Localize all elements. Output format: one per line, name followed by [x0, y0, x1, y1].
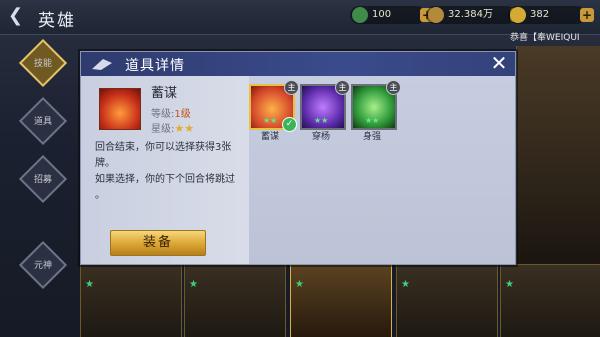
hero-card[interactable]: ★: [80, 264, 182, 337]
copper-coin-icon: [428, 7, 444, 23]
stars-label: 星级:: [151, 124, 175, 135]
sidebar-item-label: 招募: [33, 175, 52, 185]
green-star-icon: ★: [295, 279, 304, 290]
card-label: 穿杨: [311, 132, 330, 142]
dialog-header: 道具详情 ✕: [81, 52, 515, 76]
green-star-icon: ★: [401, 279, 410, 290]
back-arrow-icon[interactable]: ❮: [8, 6, 28, 26]
skill-card-scheme[interactable]: ★★ 主 ✓: [249, 80, 299, 132]
sidebar-item-label: 道具: [33, 117, 52, 127]
description-line: 牌。: [95, 158, 115, 169]
card-stars: ★★: [365, 116, 380, 125]
item-level: 等级:1级: [151, 105, 191, 120]
sidebar-item-recruit[interactable]: 招募: [18, 154, 68, 206]
hero-card-row: ★ ★ ★ ★ ★: [80, 264, 600, 337]
dialog-title: 道具详情: [125, 58, 185, 74]
skill-card-pierce[interactable]: ★★ 主: [300, 80, 350, 130]
resource-gold-value: 382: [530, 9, 550, 20]
resource-scroll-value: 100: [372, 9, 392, 20]
sidebar-item-spirit[interactable]: 元神: [18, 240, 68, 292]
green-star-icon: ★: [189, 279, 198, 290]
main-badge: 主: [335, 80, 350, 95]
close-icon[interactable]: ✕: [489, 53, 509, 73]
main-badge: 主: [284, 80, 299, 95]
star-rating: ★★: [174, 122, 195, 135]
main-badge: 主: [386, 80, 401, 95]
hero-card[interactable]: ★: [396, 264, 498, 337]
skill-card-strong[interactable]: ★★ 主: [351, 80, 401, 130]
level-value: 1级: [174, 109, 191, 120]
item-stars: 星级:★★: [151, 120, 194, 135]
green-star-icon: ★: [85, 279, 94, 290]
item-description: 回合结束，你可以选择获得3张 牌。 如果选择，你的下个回合将跳过 。: [95, 140, 255, 204]
item-scheme-icon: [99, 88, 141, 130]
description-line: 回合结束，你可以选择获得3张: [95, 142, 232, 153]
sidebar-item-items[interactable]: 道具: [18, 96, 68, 148]
page-title: 英雄: [38, 11, 76, 31]
sidebar: 技能 道具 招募 元神: [14, 36, 74, 336]
hero-card[interactable]: ★: [184, 264, 286, 337]
description-line: 如果选择，你的下个回合将跳过: [95, 174, 235, 185]
add-gold-button[interactable]: +: [580, 8, 594, 22]
card-label: 身强: [362, 132, 381, 142]
resource-copper-value: 32.384万: [448, 9, 493, 20]
hero-portrait-right: [516, 46, 600, 264]
item-detail-dialog: 道具详情 ✕ 蓄谋 等级:1级 星级:★★ 回合结束，你可以选择获得3张 牌。 …: [80, 51, 516, 265]
resource-gold: 382 +: [508, 6, 594, 24]
green-scroll-icon: [352, 7, 368, 23]
equip-button[interactable]: 装备: [110, 230, 206, 256]
resource-scroll: 100 +: [350, 6, 434, 24]
green-star-icon: ★: [505, 279, 514, 290]
sidebar-item-skill[interactable]: 技能: [18, 38, 68, 90]
skill-card-panel: ★★ 主 ✓ 蓄谋 ★★ 主 穿杨 ★★ 主 身强: [249, 76, 515, 264]
scroll-deco-icon: [92, 59, 112, 70]
description-line: 。: [95, 190, 105, 201]
item-name: 蓄谋: [151, 86, 178, 101]
resource-copper: 32.384万 +: [426, 6, 524, 24]
hero-card[interactable]: ★: [500, 264, 600, 337]
hero-card[interactable]: ★: [290, 264, 392, 337]
card-label: 蓄谋: [260, 132, 279, 142]
announcement-marquee: 恭喜【奉WEIQUI: [510, 33, 580, 43]
card-stars: ★★: [263, 116, 278, 125]
level-label: 等级:: [151, 109, 175, 120]
game-screen: ❮ 英雄 100 + 32.384万 + 382 + 恭喜【奉WEIQUI 技能…: [0, 0, 600, 337]
card-stars: ★★: [314, 116, 329, 125]
gold-ingot-icon: [510, 7, 526, 23]
sidebar-item-label: 技能: [33, 59, 52, 69]
sidebar-item-label: 元神: [33, 261, 52, 271]
